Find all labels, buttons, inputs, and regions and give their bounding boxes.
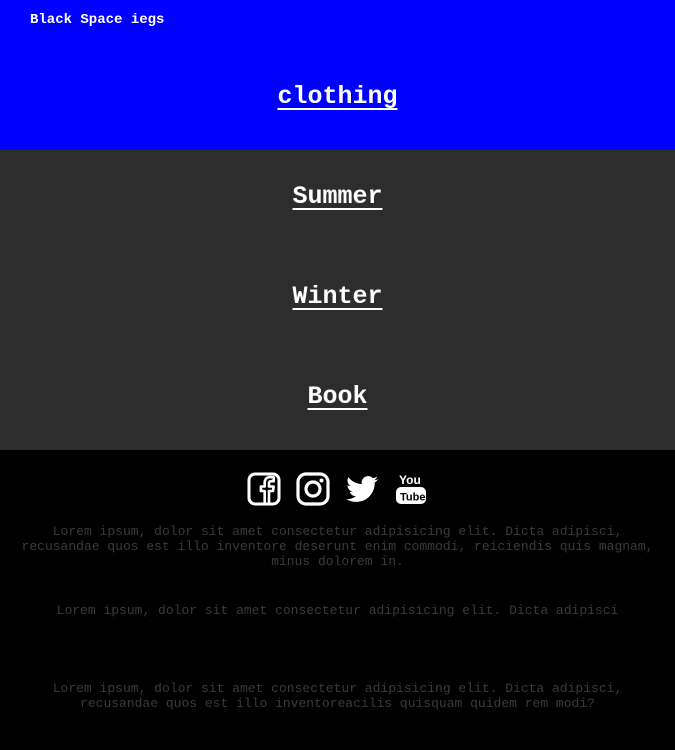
footer: You Tube Lorem ipsum, dolor sit amet con… <box>0 450 675 750</box>
svg-text:Tube: Tube <box>400 492 425 504</box>
youtube-icon[interactable]: You Tube <box>394 472 428 506</box>
social-links: You Tube <box>0 472 675 506</box>
brand-name: Black Space iegs <box>30 12 165 28</box>
twitter-icon[interactable] <box>345 472 379 506</box>
svg-text:You: You <box>399 473 421 487</box>
winter-link[interactable]: Winter <box>292 282 382 311</box>
header: Black Space iegs clothing <box>0 0 675 150</box>
nav-item-summer: Summer <box>0 182 675 211</box>
nav-item-winter: Winter <box>0 282 675 311</box>
footer-paragraph: Lorem ipsum, dolor sit amet consectetur … <box>52 681 623 711</box>
book-link[interactable]: Book <box>307 382 367 411</box>
clothing-link[interactable]: clothing <box>277 82 397 111</box>
page-title: clothing <box>0 82 675 111</box>
facebook-icon[interactable] <box>247 472 281 506</box>
category-nav: Summer Winter Book <box>0 150 675 450</box>
instagram-icon[interactable] <box>296 472 330 506</box>
footer-paragraph: Lorem ipsum, dolor sit amet consectetur … <box>56 603 619 618</box>
summer-link[interactable]: Summer <box>292 182 382 211</box>
nav-item-book: Book <box>0 382 675 411</box>
footer-paragraph: Lorem ipsum, dolor sit amet consectetur … <box>21 524 654 569</box>
